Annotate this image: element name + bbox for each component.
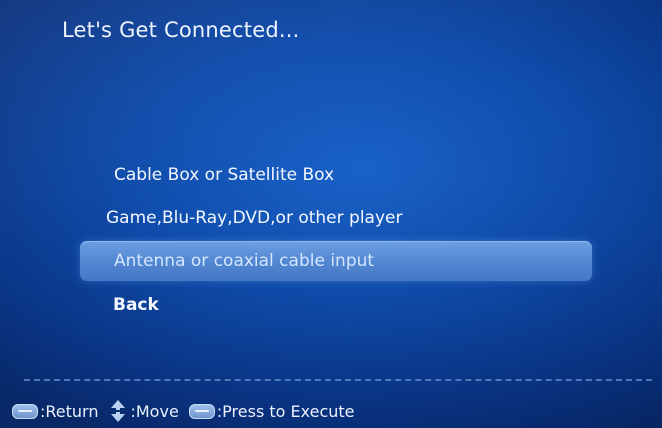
setup-screen: Let's Get Connected... Cable Box or Sate…: [0, 0, 662, 428]
menu-item-antenna-selected[interactable]: Antenna or coaxial cable input: [80, 241, 592, 281]
move-hint: :Move: [130, 401, 179, 421]
execute-hint: :Press to Execute: [216, 401, 355, 421]
menu-item-back[interactable]: Back: [113, 295, 159, 315]
menu-item-cable-satellite[interactable]: Cable Box or Satellite Box: [114, 165, 334, 185]
footer-divider: [24, 379, 652, 381]
return-hint: :Return: [40, 401, 99, 421]
footer-hints: :Return :Move :Press to Execute: [12, 399, 355, 423]
page-title: Let's Get Connected...: [62, 18, 300, 42]
menu-key-icon: [12, 403, 38, 419]
menu-item-game-player[interactable]: Game,Blu-Ray,DVD,or other player: [106, 208, 402, 228]
up-down-arrows-icon: [111, 400, 126, 422]
enter-key-icon: [188, 403, 215, 419]
